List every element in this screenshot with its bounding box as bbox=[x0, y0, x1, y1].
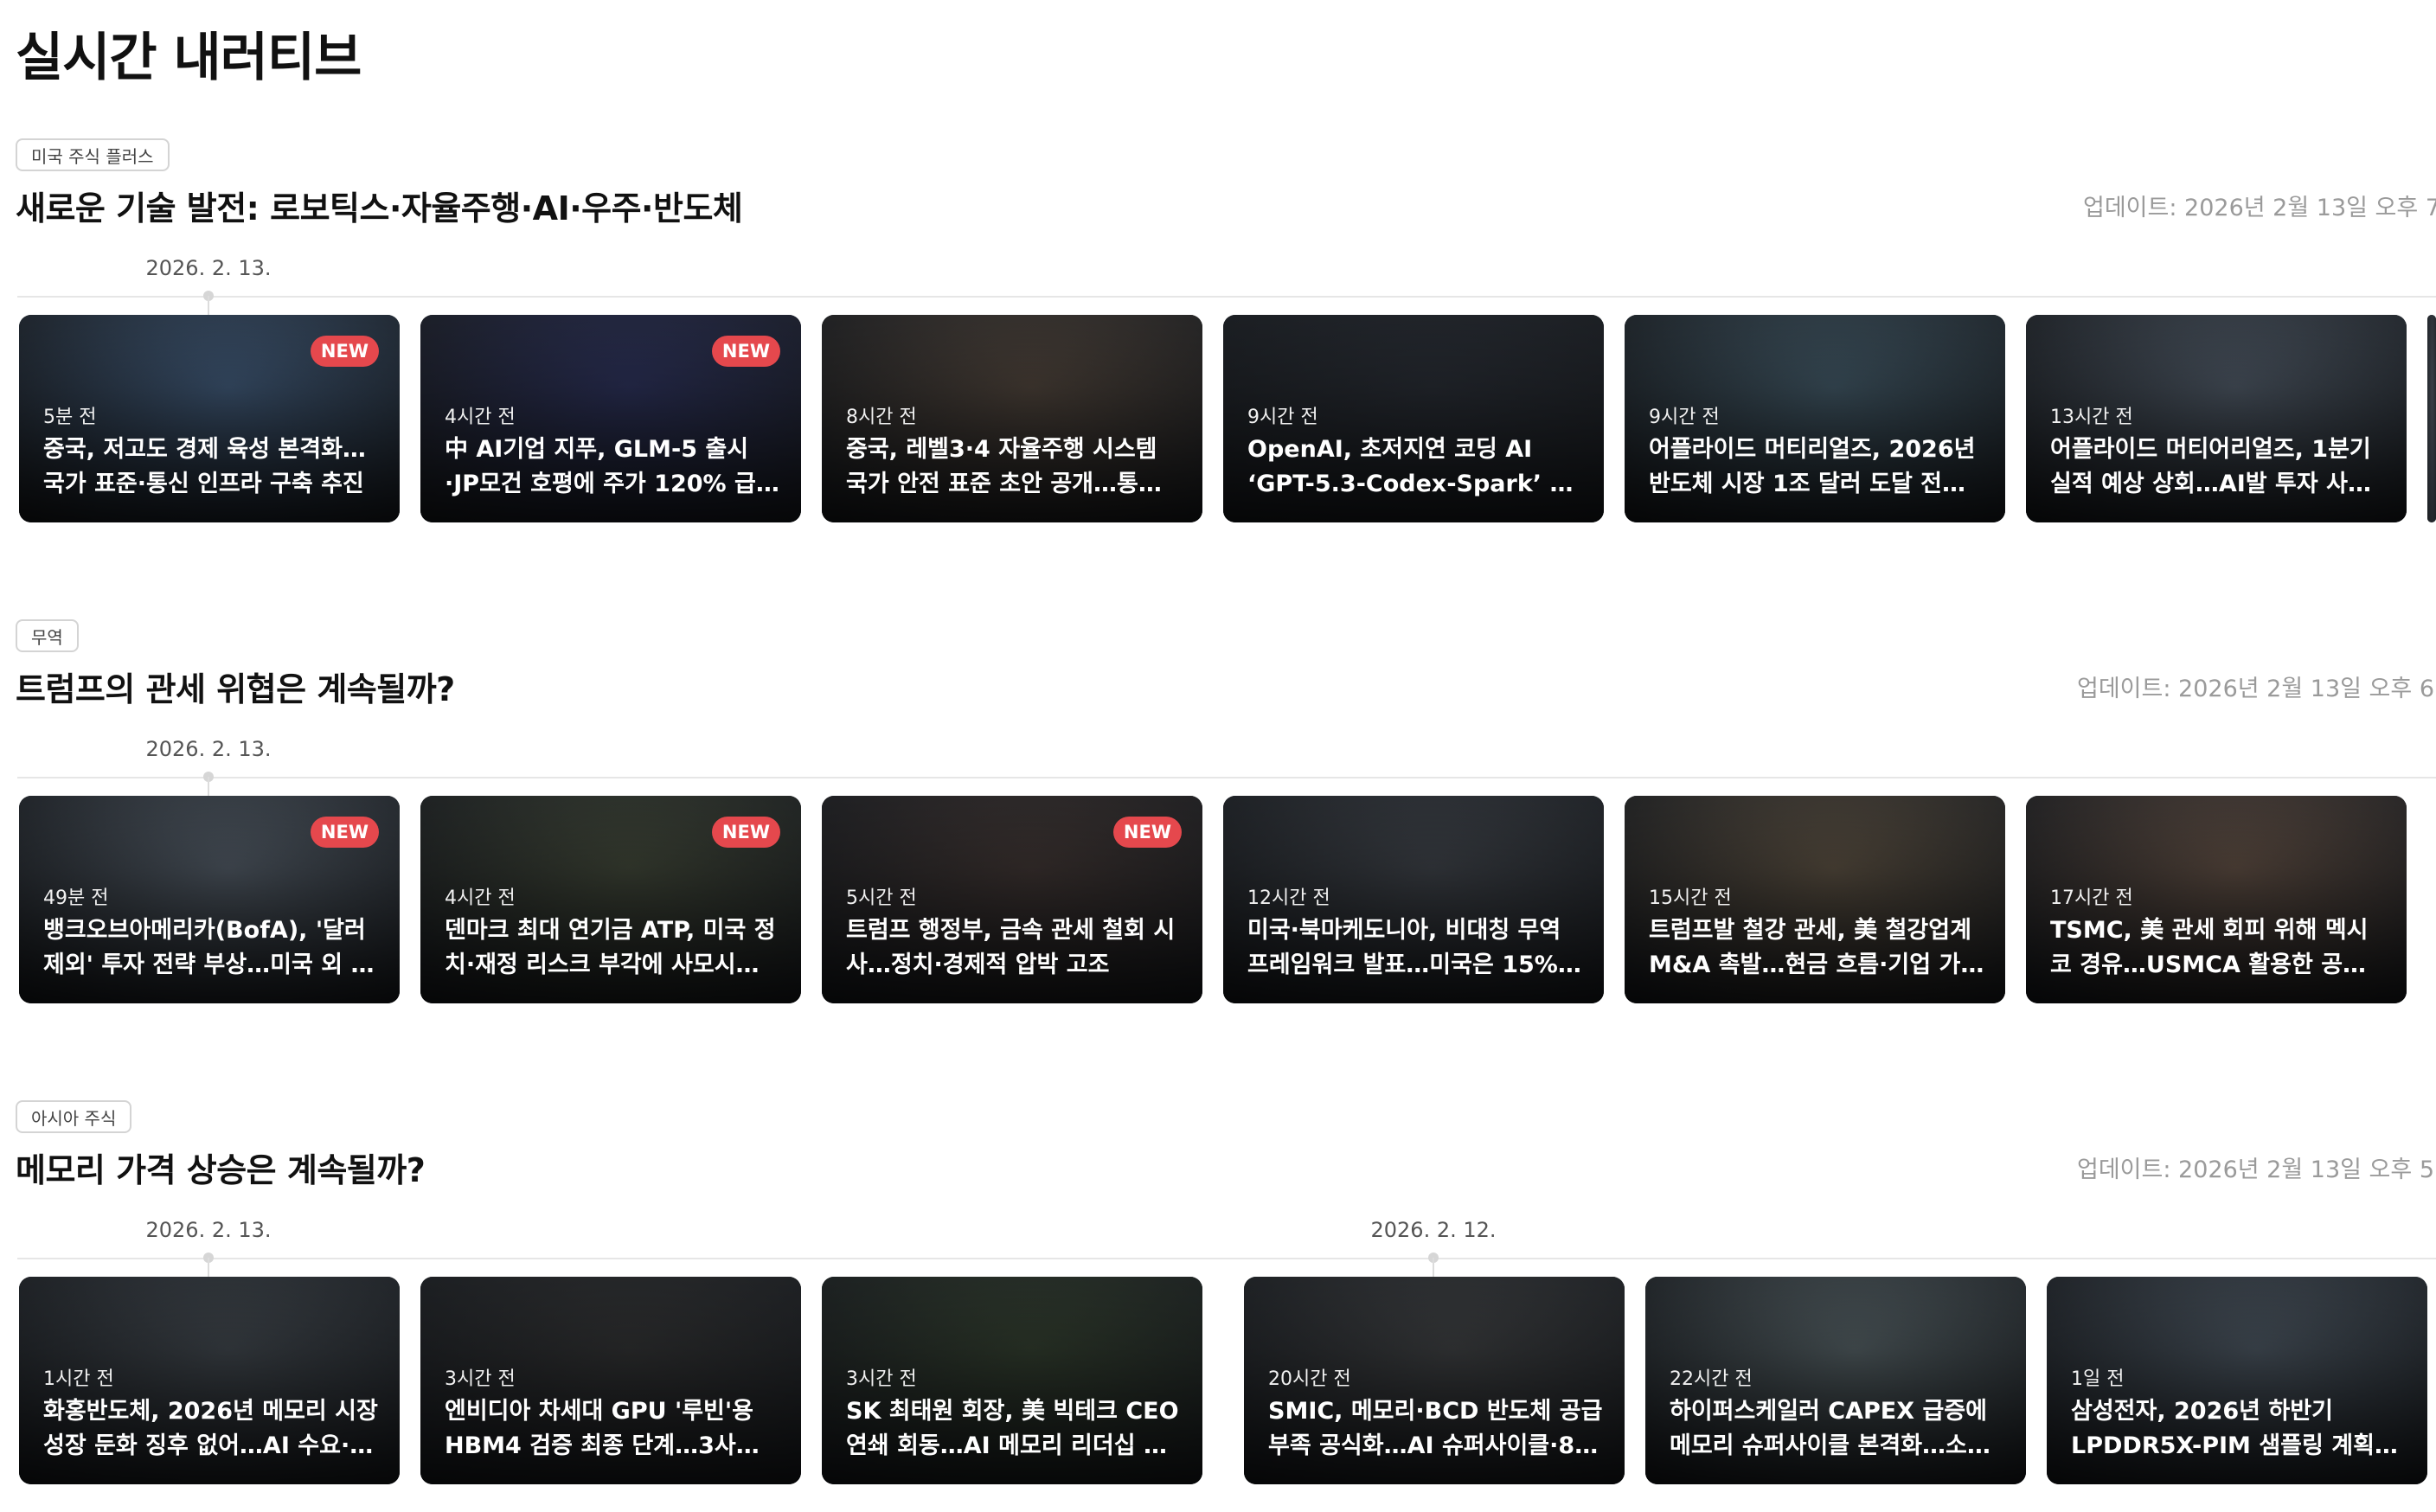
news-time: 15시간 전 bbox=[1649, 887, 1732, 909]
news-card[interactable]: 22시간 전 하이퍼스케일러 CAPEX 급증에 메모리 슈퍼사이클 본격화…소… bbox=[1645, 1277, 2026, 1484]
category-tag[interactable]: 무역 bbox=[16, 619, 79, 652]
news-headline: 엔비디아 차세대 GPU '루빈'용 HBM4 검증 최종 단계…3사 공… bbox=[445, 1398, 754, 1459]
news-headline: TSMC, 美 관세 회피 위해 멕시코 경유…USMCA 활용한 공급망 … bbox=[2050, 917, 2386, 978]
category-tag[interactable]: 미국 주식 플러스 bbox=[16, 138, 170, 171]
narrative-section-trade: 무역 트럼프의 관세 위협은 계속될까? 업데이트: 2026년 2월 13일 … bbox=[0, 619, 2436, 1069]
news-card[interactable]: 17시간 전 TSMC, 美 관세 회피 위해 멕시코 경유…USMCA 활용한… bbox=[2026, 796, 2407, 1003]
news-headline: 미국·북마케도니아, 비대칭 무역 프레임워크 발표…미국은 15% 상… bbox=[1247, 917, 1561, 978]
news-card[interactable]: NEW 4시간 전 덴마크 최대 연기금 ATP, 미국 정치·재정 리스크 부… bbox=[420, 796, 801, 1003]
timeline-line bbox=[17, 1258, 2436, 1259]
new-badge: NEW bbox=[711, 336, 780, 367]
news-headline: 中 AI기업 지푸, GLM-5 출시·JP모건 호평에 주가 120% 급등…… bbox=[445, 436, 756, 497]
news-headline: 하이퍼스케일러 CAPEX 급증에 메모리 슈퍼사이클 본격화…소부장 … bbox=[1670, 1398, 1989, 1459]
news-time: 5분 전 bbox=[43, 407, 97, 428]
news-card[interactable]: 3시간 전 SK 최태원 회장, 美 빅테크 CEO 연쇄 회동…AI 메모리 … bbox=[822, 1277, 1202, 1484]
timeline-stem bbox=[208, 1258, 209, 1277]
news-time: 3시간 전 bbox=[445, 1368, 516, 1390]
news-time: 17시간 전 bbox=[2050, 887, 2133, 909]
updated-timestamp: 업데이트: 2026년 2월 13일 오후 7:4 bbox=[2083, 195, 2436, 221]
section-title[interactable]: 메모리 가격 상승은 계속될까? bbox=[16, 1144, 426, 1191]
new-badge: NEW bbox=[711, 817, 780, 848]
timeline-line bbox=[17, 777, 2436, 778]
news-headline: 어플라이드 머티어리얼즈, 1분기 실적 예상 상회…AI발 투자 사이클 … bbox=[2050, 436, 2371, 497]
timeline-line bbox=[17, 296, 2436, 298]
news-headline: 화홍반도체, 2026년 메모리 시장 성장 둔화 징후 없어…AI 수요·공… bbox=[43, 1398, 378, 1459]
news-time: 4시간 전 bbox=[445, 887, 516, 909]
new-badge: NEW bbox=[1112, 817, 1182, 848]
news-card-partial[interactable] bbox=[2427, 315, 2436, 522]
news-headline: 어플라이드 머티리얼즈, 2026년 반도체 시장 1조 달러 도달 전망…… bbox=[1649, 436, 1976, 497]
new-badge: NEW bbox=[310, 336, 379, 367]
news-headline: 트럼프발 철강 관세, 美 철강업계 M&A 촉발…현금 흐름·기업 가치… bbox=[1649, 917, 1971, 978]
news-time: 1시간 전 bbox=[43, 1368, 114, 1390]
page-title: 실시간 내러티브 bbox=[16, 28, 362, 88]
section-title[interactable]: 새로운 기술 발전: 로보틱스·자율주행·AI·우주·반도체 bbox=[16, 182, 743, 229]
news-time: 5시간 전 bbox=[846, 887, 917, 909]
updated-timestamp: 업데이트: 2026년 2월 13일 오후 6:5 bbox=[2077, 676, 2436, 702]
category-tag[interactable]: 아시아 주식 bbox=[16, 1100, 132, 1133]
news-headline: 트럼프 행정부, 금속 관세 철회 시사…정치·경제적 압박 고조 bbox=[846, 917, 1176, 978]
news-headline: 뱅크오브아메리카(BofA), '달러 제외' 투자 전략 부상…미국 외 글로… bbox=[43, 917, 373, 978]
news-time: 4시간 전 bbox=[445, 407, 516, 428]
news-headline: 중국, 저고도 경제 육성 본격화…국가 표준·통신 인프라 구축 추진 bbox=[43, 436, 366, 497]
news-card[interactable]: 13시간 전 어플라이드 머티어리얼즈, 1분기 실적 예상 상회…AI발 투자… bbox=[2026, 315, 2407, 522]
news-time: 13시간 전 bbox=[2050, 407, 2133, 428]
news-headline: 삼성전자, 2026년 하반기 LPDDR5X-PIM 샘플링 계획 발… bbox=[2071, 1398, 2375, 1459]
timeline-date: 2026. 2. 13. bbox=[145, 737, 272, 761]
news-headline: SMIC, 메모리·BCD 반도체 공급 부족 공식화…AI 슈퍼사이클·8인… bbox=[1268, 1398, 1603, 1459]
news-card[interactable]: 3시간 전 엔비디아 차세대 GPU '루빈'용 HBM4 검증 최종 단계…3… bbox=[420, 1277, 801, 1484]
news-headline: 중국, 레벨3·4 자율주행 시스템 국가 안전 표준 초안 공개…통합 규… bbox=[846, 436, 1160, 497]
news-headline: SK 최태원 회장, 美 빅테크 CEO 연쇄 회동…AI 메모리 리더십 강화 bbox=[846, 1398, 1179, 1459]
updated-timestamp: 업데이트: 2026년 2월 13일 오후 5:4 bbox=[2077, 1156, 2436, 1183]
timeline-stem bbox=[1433, 1258, 1434, 1277]
timeline-date: 2026. 2. 13. bbox=[145, 1218, 272, 1242]
news-headline: 덴마크 최대 연기금 ATP, 미국 정치·재정 리스크 부각에 사모시장 투… bbox=[445, 917, 776, 978]
news-card[interactable]: 8시간 전 중국, 레벨3·4 자율주행 시스템 국가 안전 표준 초안 공개…… bbox=[822, 315, 1202, 522]
news-headline: OpenAI, 초저지연 코딩 AI ‘GPT-5.3-Codex-Spark’… bbox=[1247, 436, 1572, 497]
news-card[interactable]: 9시간 전 OpenAI, 초저지연 코딩 AI ‘GPT-5.3-Codex-… bbox=[1223, 315, 1604, 522]
news-card[interactable]: 20시간 전 SMIC, 메모리·BCD 반도체 공급 부족 공식화…AI 슈퍼… bbox=[1244, 1277, 1625, 1484]
news-time: 1일 전 bbox=[2071, 1368, 2125, 1390]
narrative-section-memory: 아시아 주식 메모리 가격 상승은 계속될까? 업데이트: 2026년 2월 1… bbox=[0, 1100, 2436, 1512]
news-card[interactable]: 1시간 전 화홍반도체, 2026년 메모리 시장 성장 둔화 징후 없어…AI… bbox=[19, 1277, 400, 1484]
news-card[interactable]: NEW 4시간 전 中 AI기업 지푸, GLM-5 출시·JP모건 호평에 주… bbox=[420, 315, 801, 522]
timeline-date: 2026. 2. 12. bbox=[1370, 1218, 1497, 1242]
news-card[interactable]: 9시간 전 어플라이드 머티리얼즈, 2026년 반도체 시장 1조 달러 도달… bbox=[1625, 315, 2005, 522]
news-time: 9시간 전 bbox=[1649, 407, 1720, 428]
timeline-stem bbox=[208, 777, 209, 796]
news-time: 3시간 전 bbox=[846, 1368, 917, 1390]
news-card[interactable]: 1일 전 삼성전자, 2026년 하반기 LPDDR5X-PIM 샘플링 계획 … bbox=[2047, 1277, 2427, 1484]
new-badge: NEW bbox=[310, 817, 379, 848]
news-card[interactable]: 15시간 전 트럼프발 철강 관세, 美 철강업계 M&A 촉발…현금 흐름·기… bbox=[1625, 796, 2005, 1003]
news-card[interactable]: NEW 49분 전 뱅크오브아메리카(BofA), '달러 제외' 투자 전략 … bbox=[19, 796, 400, 1003]
news-card[interactable]: NEW 5시간 전 트럼프 행정부, 금속 관세 철회 시사…정치·경제적 압박… bbox=[822, 796, 1202, 1003]
news-time: 20시간 전 bbox=[1268, 1368, 1351, 1390]
news-time: 22시간 전 bbox=[1670, 1368, 1753, 1390]
news-time: 12시간 전 bbox=[1247, 887, 1330, 909]
news-card[interactable]: 12시간 전 미국·북마케도니아, 비대칭 무역 프레임워크 발표…미국은 15… bbox=[1223, 796, 1604, 1003]
news-time: 9시간 전 bbox=[1247, 407, 1318, 428]
news-photo bbox=[2427, 315, 2436, 522]
news-card[interactable]: NEW 5분 전 중국, 저고도 경제 육성 본격화…국가 표준·통신 인프라 … bbox=[19, 315, 400, 522]
news-time: 49분 전 bbox=[43, 887, 109, 909]
section-title[interactable]: 트럼프의 관세 위협은 계속될까? bbox=[16, 663, 455, 710]
narrative-section-tech: 미국 주식 플러스 새로운 기술 발전: 로보틱스·자율주행·AI·우주·반도체… bbox=[0, 138, 2436, 588]
timeline-stem bbox=[208, 296, 209, 315]
news-time: 8시간 전 bbox=[846, 407, 917, 428]
timeline-date: 2026. 2. 13. bbox=[145, 256, 272, 280]
